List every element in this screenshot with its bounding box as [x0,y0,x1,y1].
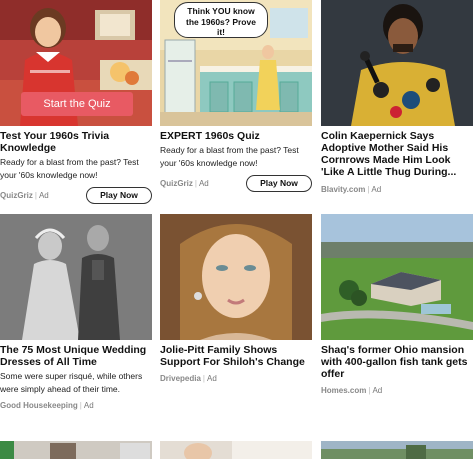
ad-source: Homes.com | Ad [321,385,383,395]
ad-description: Ready for a blast from the past? Test yo… [0,157,139,180]
ad-thumbnail[interactable] [321,214,473,340]
ad-meta: Homes.com | Ad [321,381,473,399]
source-name[interactable]: Drivepedia [160,374,201,383]
ad-label[interactable]: Ad [39,191,49,200]
ad-card[interactable]: Start the Quiz Test Your 1960s Trivia Kn… [0,0,152,204]
bubble-line: Think YOU know [187,6,255,16]
ad-title[interactable]: Shaq's former Ohio mansion with 400-gall… [321,344,473,380]
man-with-microphone-image [321,0,473,126]
ad-thumbnail[interactable]: Start the Quiz [0,0,152,126]
ad-label[interactable]: Ad [371,185,381,194]
ad-source: Good Housekeeping | Ad [0,400,94,410]
start-quiz-button[interactable]: Start the Quiz [21,92,133,116]
ad-thumbnail[interactable] [0,214,152,340]
ad-card[interactable]: Shaq's former Ohio mansion with 400-gall… [321,214,473,399]
vintage-wedding-couple-image [0,214,152,340]
ad-meta: Drivepedia | Ad [160,369,312,387]
next-row-preview [0,441,473,459]
source-name[interactable]: Homes.com [321,386,366,395]
aerial-mansion-image [321,214,473,340]
ad-source: QuizGriz | Ad [160,178,209,188]
bubble-line: the 1960s? Prove [186,16,256,27]
ad-card[interactable]: Colin Kaepernick Says Adoptive Mother Sa… [321,0,473,198]
source-name[interactable]: QuizGriz [160,179,193,188]
ad-title[interactable]: Jolie-Pitt Family Shows Support For Shil… [160,344,312,368]
ad-title[interactable]: The 75 Most Unique Wedding Dresses of Al… [0,344,152,368]
next-row-thumbnails [0,441,473,459]
ad-thumbnail[interactable]: Think YOU know the 1960s? Prove it! [160,0,312,126]
ad-card[interactable]: Jolie-Pitt Family Shows Support For Shil… [160,214,312,387]
bubble-line: it! [216,27,226,37]
ad-title[interactable]: EXPERT 1960s Quiz [160,130,312,142]
ad-meta: QuizGriz | Ad Play Now [0,186,152,204]
ad-thumbnail[interactable] [160,214,312,340]
ad-title[interactable]: Colin Kaepernick Says Adoptive Mother Sa… [321,130,473,178]
ad-label[interactable]: Ad [372,386,382,395]
young-woman-portrait-image [160,214,312,340]
ad-source: QuizGriz | Ad [0,190,49,200]
ad-source: Drivepedia | Ad [160,373,217,383]
play-now-button[interactable]: Play Now [86,186,152,204]
ad-card[interactable]: The 75 Most Unique Wedding Dresses of Al… [0,214,152,414]
ad-meta: Blavity.com | Ad [321,180,473,198]
ad-description: Some were super risqué, while others wer… [0,371,143,394]
ad-meta: QuizGriz | Ad Play Now [160,174,312,192]
ad-label[interactable]: Ad [84,401,94,410]
ad-thumbnail[interactable] [321,0,473,126]
ad-source: Blavity.com | Ad [321,184,382,194]
ad-meta: Good Housekeeping | Ad [0,396,152,414]
play-now-button[interactable]: Play Now [246,174,312,192]
speech-bubble: Think YOU know the 1960s? Prove it! [174,2,268,38]
source-name[interactable]: QuizGriz [0,191,33,200]
ad-label[interactable]: Ad [207,374,217,383]
ad-label[interactable]: Ad [199,179,209,188]
ad-description: Ready for a blast from the past? Test yo… [160,145,299,168]
source-name[interactable]: Blavity.com [321,185,365,194]
ad-title[interactable]: Test Your 1960s Trivia Knowledge [0,130,152,154]
source-name[interactable]: Good Housekeeping [0,401,78,410]
ad-card[interactable]: Think YOU know the 1960s? Prove it! EXPE… [160,0,312,192]
